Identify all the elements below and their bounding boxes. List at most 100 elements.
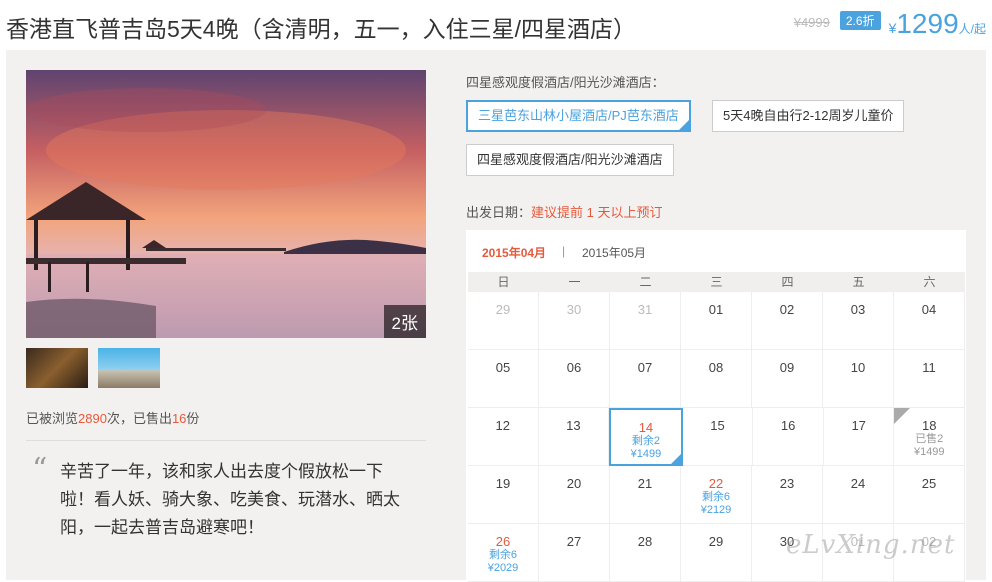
day-number: 07 — [637, 360, 653, 375]
calendar-day-sold-out: 18已售2¥1499暂停 — [894, 408, 966, 466]
day-number: 10 — [850, 360, 866, 375]
departure-date-label: 出发日期：建议提前 1 天以上预订 — [466, 202, 662, 221]
calendar-day: 08 — [681, 350, 752, 408]
tab-month-april[interactable]: 2015年04月 — [482, 244, 546, 261]
calendar-week: 29 30 31 01 02 03 04 — [468, 292, 965, 350]
calendar-day: 21 — [610, 466, 681, 524]
tab-month-may[interactable]: 2015年05月 — [582, 244, 646, 261]
price-unit: 人/起 — [958, 22, 986, 36]
product-panel: 2张 已被浏览2890次，已售出16份 “ 辛苦了一年，该和家人出去度个假放松一… — [6, 50, 986, 582]
day-remaining: 剩余6 — [488, 549, 518, 561]
stats-middle: 次，已售出 — [106, 411, 172, 426]
weekday-header: 日 一 二 三 四 五 六 — [468, 272, 965, 292]
original-price: ¥4999 — [793, 15, 830, 30]
day-number: 20 — [566, 476, 582, 491]
day-number: 01 — [708, 302, 724, 317]
day-number: 23 — [779, 476, 795, 491]
day-number: 11 — [922, 360, 936, 375]
day-remaining: 剩余6 — [701, 491, 731, 503]
calendar-day-available[interactable]: 22 剩余6 ¥2129 — [681, 466, 752, 524]
divider — [26, 440, 426, 441]
thumbnail-2[interactable] — [98, 348, 160, 388]
weekday-fri: 五 — [852, 275, 865, 289]
calendar-day-available[interactable]: 26 剩余6 ¥2029 — [468, 524, 539, 582]
title-bar: 香港直飞普吉岛5天4晚（含清明，五一，入住三星/四星酒店） ¥4999 2.6折… — [0, 0, 992, 50]
product-intro-quote: 辛苦了一年，该和家人出去度个假放松一下啦！看人妖、骑大象、吃美食、玩潜水、晒太阳… — [60, 462, 400, 537]
price-block: ¥4999 2.6折 ¥ 1299 人/起 — [794, 8, 986, 40]
day-number: 31 — [637, 302, 653, 317]
day-number: 12 — [495, 418, 511, 433]
day-number: 22 — [708, 476, 724, 491]
departure-calendar: 2015年04月 | 2015年05月 日 一 二 三 四 五 六 29 30 … — [466, 230, 966, 582]
calendar-day: 27 — [539, 524, 610, 582]
weekday-sat: 六 — [923, 275, 936, 289]
day-number: 30 — [566, 302, 582, 317]
stats-prefix: 已被浏览 — [26, 411, 79, 426]
weekday-mon: 一 — [568, 275, 581, 289]
option-label: 5天4晚自由行2-12周岁儿童价 — [723, 108, 894, 123]
discount-badge: 2.6折 — [839, 11, 881, 30]
weekday-tue: 二 — [639, 275, 652, 289]
departure-label: 出发日期： — [466, 205, 532, 220]
calendar-week: 05 06 07 08 09 10 11 — [468, 350, 965, 408]
calendar-day: 25 — [894, 466, 965, 524]
calendar-day: 10 — [823, 350, 894, 408]
calendar-day: 12 — [468, 408, 539, 466]
option-label: 四星感观度假酒店/阳光沙滩酒店 — [477, 152, 663, 167]
weekday-wed: 三 — [710, 275, 723, 289]
calendar-day: 15 — [682, 408, 754, 466]
calendar-day: 11 — [894, 350, 965, 408]
selected-check-icon — [669, 453, 682, 465]
hotel-option-label: 四星感观度假酒店/阳光沙滩酒店： — [466, 75, 665, 90]
day-price: ¥1499 — [913, 446, 945, 458]
calendar-day: 09 — [752, 350, 823, 408]
view-sold-stats: 已被浏览2890次，已售出16份 — [26, 408, 199, 427]
day-number: 28 — [637, 534, 653, 549]
watermark-logo: eLvXing.net — [786, 530, 956, 560]
day-price: ¥2129 — [700, 504, 732, 516]
calendar-day: 30 — [539, 292, 610, 350]
calendar-day: 04 — [894, 292, 965, 350]
stats-suffix: 份 — [186, 411, 200, 426]
calendar-day: 02 — [752, 292, 823, 350]
option-three-star-hotel[interactable]: 三星芭东山林小屋酒店/PJ芭东酒店 — [466, 100, 691, 132]
calendar-day: 03 — [823, 292, 894, 350]
option-child-price[interactable]: 5天4晚自由行2-12周岁儿童价 — [712, 100, 905, 132]
calendar-day: 24 — [823, 466, 894, 524]
day-number: 08 — [708, 360, 724, 375]
main-photo[interactable]: 2张 — [26, 70, 426, 338]
view-count: 2890 — [78, 411, 107, 426]
thumbnail-1[interactable] — [26, 348, 88, 388]
day-number: 05 — [495, 360, 511, 375]
day-number: 17 — [851, 418, 866, 433]
option-four-star-hotel[interactable]: 四星感观度假酒店/阳光沙滩酒店 — [466, 144, 674, 176]
calendar-day: 29 — [681, 524, 752, 582]
calendar-day: 17 — [823, 408, 895, 466]
selected-check-icon — [676, 118, 691, 132]
calendar-day: 28 — [610, 524, 681, 582]
sold-count: 16 — [171, 411, 187, 426]
calendar-day-selected[interactable]: 14 剩余2 ¥1499 — [609, 408, 683, 466]
day-number: 25 — [921, 476, 937, 491]
month-separator: | — [562, 244, 566, 258]
day-number: 21 — [637, 476, 653, 491]
page-title: 香港直飞普吉岛5天4晚（含清明，五一，入住三星/四星酒店） — [6, 16, 636, 42]
day-number: 16 — [780, 418, 796, 433]
calendar-day: 13 — [538, 408, 610, 466]
day-number: 14 — [638, 420, 654, 435]
calendar-day: 20 — [539, 466, 610, 524]
weekday-thu: 四 — [781, 275, 794, 289]
quote-icon: “ — [32, 452, 48, 487]
paused-corner-icon — [894, 408, 911, 424]
calendar-day: 01 — [681, 292, 752, 350]
currency-symbol: ¥ — [888, 20, 897, 36]
calendar-day: 31 — [610, 292, 681, 350]
day-price: ¥2029 — [487, 562, 519, 574]
day-number: 24 — [850, 476, 866, 491]
day-number: 02 — [779, 302, 795, 317]
day-number: 27 — [566, 534, 582, 549]
day-number: 29 — [495, 302, 511, 317]
day-remaining: 剩余2 — [631, 435, 660, 447]
calendar-day: 29 — [468, 292, 539, 350]
day-number: 06 — [566, 360, 582, 375]
